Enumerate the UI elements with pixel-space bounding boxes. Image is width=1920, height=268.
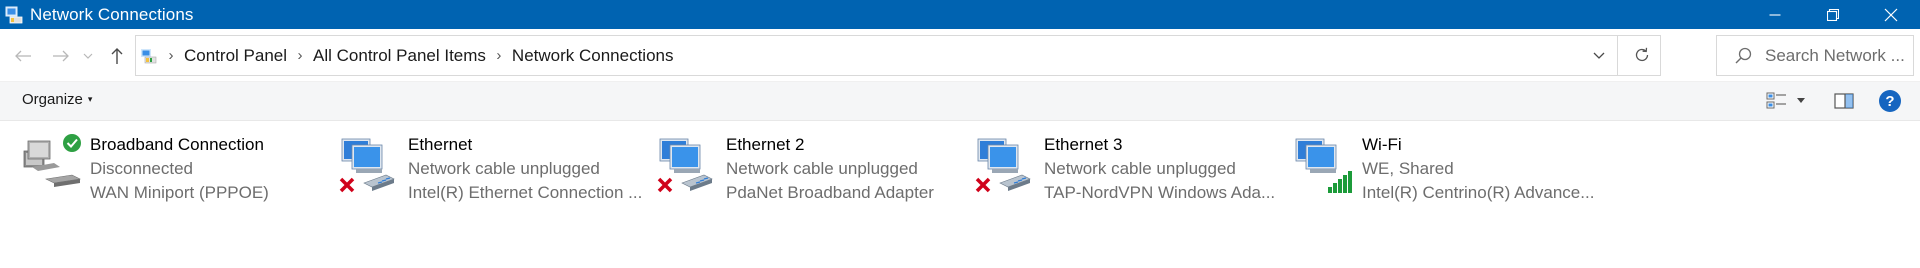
control-panel-location-icon xyxy=(140,47,158,65)
breadcrumb-network-connections[interactable]: Network Connections xyxy=(512,46,674,66)
forward-button[interactable] xyxy=(48,43,74,69)
breadcrumb-all-control-panel-items[interactable]: All Control Panel Items › xyxy=(313,46,512,66)
minimize-button[interactable] xyxy=(1746,0,1804,29)
breadcrumb-root-chevron[interactable]: › xyxy=(158,47,184,64)
chevron-down-icon xyxy=(1593,52,1605,59)
more-view-options-button[interactable] xyxy=(1796,89,1806,113)
connection-broadband[interactable]: Broadband Connection Disconnected WAN Mi… xyxy=(20,131,330,211)
connections-view: Broadband Connection Disconnected WAN Mi… xyxy=(0,121,1920,267)
preview-pane-button[interactable] xyxy=(1834,89,1854,113)
up-button[interactable] xyxy=(104,43,130,69)
window-title: Network Connections xyxy=(30,4,194,24)
caret-down-icon xyxy=(1797,98,1805,103)
address-divider xyxy=(1617,36,1618,75)
address-bar[interactable]: › Control Panel › All Control Panel Item… xyxy=(135,35,1661,76)
organize-menu-button[interactable]: Organize ▾ xyxy=(22,91,92,108)
red-x-badge xyxy=(657,177,673,193)
svg-text:?: ? xyxy=(1885,93,1894,110)
connection-ethernet-3[interactable]: Ethernet 3 Network cable unplugged TAP-N… xyxy=(974,131,1284,211)
connection-status: Network cable unplugged xyxy=(726,159,918,178)
connection-wifi[interactable]: Wi-Fi WE, Shared Intel(R) Centrino(R) Ad… xyxy=(1292,131,1602,211)
connection-status: WE, Shared xyxy=(1362,159,1454,178)
ethernet-adapter-icon xyxy=(338,131,408,201)
dialup-connection-icon xyxy=(20,131,90,201)
back-arrow-icon xyxy=(15,50,31,62)
connection-status: Network cable unplugged xyxy=(408,159,600,178)
preview-pane-icon xyxy=(1834,93,1854,109)
up-arrow-icon xyxy=(111,48,123,64)
recent-locations-button[interactable] xyxy=(80,43,96,69)
connection-status: Disconnected xyxy=(90,159,194,178)
back-button[interactable] xyxy=(10,43,36,69)
refresh-button[interactable] xyxy=(1632,45,1652,70)
connection-ethernet-2[interactable]: Ethernet 2 Network cable unplugged PdaNe… xyxy=(656,131,966,211)
close-icon xyxy=(1884,8,1898,21)
navigation-bar: › Control Panel › All Control Panel Item… xyxy=(0,29,1920,82)
organize-caret-icon: ▾ xyxy=(87,94,93,104)
help-button[interactable]: ? xyxy=(1878,89,1902,113)
address-history-dropdown[interactable] xyxy=(1592,48,1606,66)
window-controls xyxy=(1746,0,1920,29)
search-icon xyxy=(1735,47,1752,63)
breadcrumb-control-panel[interactable]: Control Panel › xyxy=(184,46,313,66)
search-placeholder: Search Network ... xyxy=(1765,45,1905,65)
connection-device: WAN Miniport (PPPOE) xyxy=(90,183,269,202)
connection-status: Network cable unplugged xyxy=(1044,159,1236,178)
title-bar: Network Connections xyxy=(0,0,1920,29)
connection-name: Ethernet 3 xyxy=(1044,135,1123,154)
ethernet-adapter-icon xyxy=(656,131,726,201)
red-x-badge xyxy=(975,177,991,193)
restore-button[interactable] xyxy=(1804,0,1862,29)
network-connections-app-icon xyxy=(4,5,24,25)
forward-arrow-icon xyxy=(53,50,69,62)
minimize-icon xyxy=(1769,13,1781,16)
restore-icon xyxy=(1827,8,1839,21)
recent-locations-chevron-icon xyxy=(83,53,93,59)
view-options-icon xyxy=(1766,92,1786,109)
connection-name: Ethernet xyxy=(408,135,473,154)
wifi-adapter-icon xyxy=(1292,131,1362,201)
connection-ethernet[interactable]: Ethernet Network cable unplugged Intel(R… xyxy=(338,131,648,211)
help-icon: ? xyxy=(1879,90,1901,112)
connection-name: Broadband Connection xyxy=(90,135,264,154)
connection-device: PdaNet Broadband Adapter xyxy=(726,183,934,202)
search-box[interactable]: Search Network ... xyxy=(1716,35,1914,76)
connection-device: Intel(R) Centrino(R) Advance... xyxy=(1362,183,1595,202)
refresh-icon xyxy=(1635,47,1649,62)
connection-device: Intel(R) Ethernet Connection ... xyxy=(408,183,643,202)
connection-device: TAP-NordVPN Windows Ada... xyxy=(1044,183,1276,202)
red-x-badge xyxy=(339,177,355,193)
signal-bars-badge xyxy=(1328,171,1352,193)
connection-name: Wi-Fi xyxy=(1362,135,1402,154)
change-view-button[interactable] xyxy=(1766,89,1788,113)
ethernet-adapter-icon xyxy=(974,131,1044,201)
command-bar: Organize ▾ ? xyxy=(0,82,1920,121)
close-button[interactable] xyxy=(1862,0,1920,29)
organize-label: Organize xyxy=(22,91,83,108)
connection-name: Ethernet 2 xyxy=(726,135,805,154)
